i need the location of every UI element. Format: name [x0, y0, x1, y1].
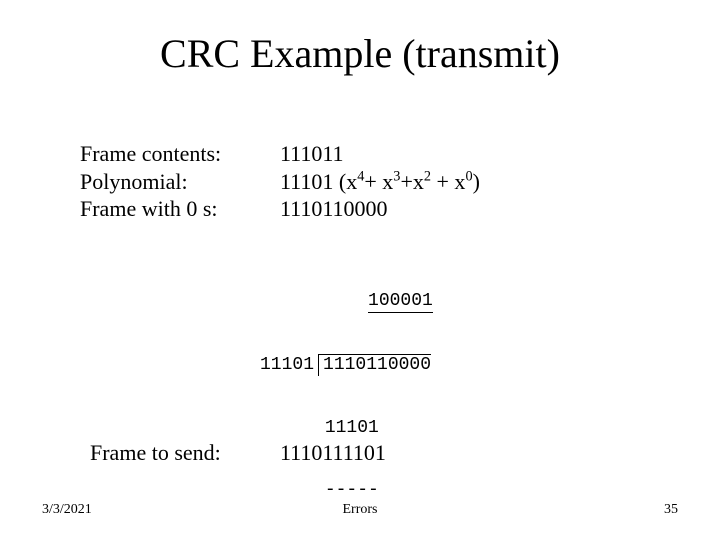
pad1	[260, 480, 325, 500]
label-frame-contents: Frame contents:	[80, 140, 221, 168]
long-division: 100001 111011110110000 11101 ----- 10000…	[260, 250, 444, 540]
quotient-pad	[260, 291, 368, 311]
exp-d: 0	[465, 168, 472, 184]
quotient-row: 100001	[260, 291, 444, 313]
slide-title: CRC Example (transmit)	[0, 30, 720, 77]
step-1: -----	[260, 480, 444, 501]
step-0: 11101	[260, 418, 444, 439]
value-frame-with-0s: 1110110000	[280, 195, 480, 223]
value-frame-contents: 111011	[280, 140, 480, 168]
value-polynomial: 11101 (x4+ x3+x2 + x0)	[280, 168, 480, 196]
pad0	[260, 418, 325, 438]
exp-a: 4	[357, 168, 364, 184]
polynomial-bits: 11101	[280, 169, 333, 194]
label-frame-to-send: Frame to send:	[90, 440, 221, 466]
value-block: 111011 11101 (x4+ x3+x2 + x0) 1110110000	[280, 140, 480, 223]
label-frame-with-0s: Frame with 0 s:	[80, 195, 221, 223]
label-polynomial: Polynomial:	[80, 168, 221, 196]
label-block: Frame contents: Polynomial: Frame with 0…	[80, 140, 221, 223]
division-row: 111011110110000	[260, 354, 444, 376]
dividend: 1110110000	[318, 354, 431, 376]
s0: 11101	[325, 418, 379, 438]
exp-b: 3	[393, 168, 400, 184]
polynomial-expr: (x4+ x3+x2 + x0)	[339, 169, 480, 194]
slide: CRC Example (transmit) Frame contents: P…	[0, 0, 720, 540]
value-frame-to-send: 1110111101	[280, 440, 386, 466]
footer-page: 35	[664, 502, 678, 518]
quotient: 100001	[368, 291, 433, 313]
exp-c: 2	[424, 168, 431, 184]
divisor: 11101	[260, 355, 318, 376]
footer-center: Errors	[0, 502, 720, 518]
s1: -----	[325, 480, 379, 500]
